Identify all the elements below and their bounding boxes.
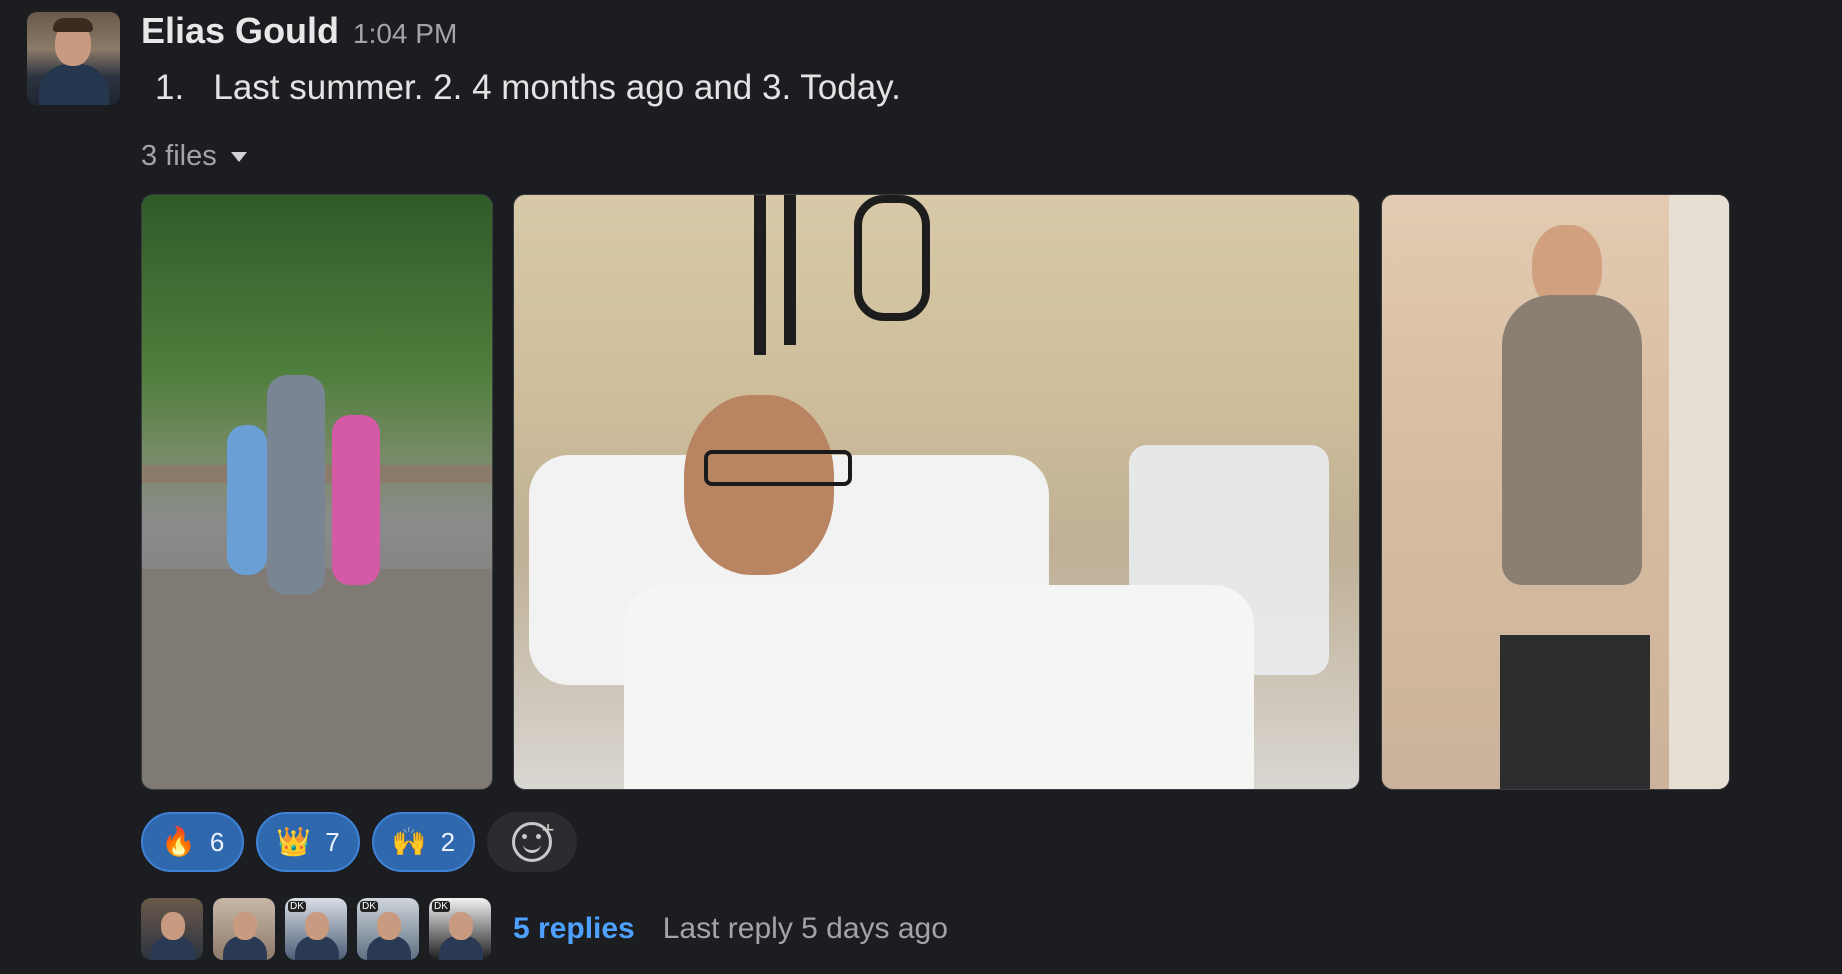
author-avatar[interactable] bbox=[27, 12, 120, 105]
reaction-fire[interactable]: 🔥 6 bbox=[141, 812, 245, 872]
reaction-crown[interactable]: 👑 7 bbox=[256, 812, 360, 872]
reply-avatar[interactable] bbox=[213, 898, 275, 960]
reply-avatar[interactable] bbox=[141, 898, 203, 960]
crown-emoji-icon: 👑 bbox=[276, 826, 312, 857]
avatar-badge: DK bbox=[432, 901, 450, 912]
avatar-badge: DK bbox=[360, 901, 378, 912]
files-toggle[interactable]: 3 files bbox=[141, 140, 247, 173]
plus-icon: + bbox=[541, 817, 555, 842]
reaction-count: 6 bbox=[209, 826, 225, 857]
avatar-badge: DK bbox=[288, 901, 306, 912]
author-name[interactable]: Elias Gould bbox=[141, 10, 339, 52]
thread-summary[interactable]: DK DK DK 5 replies Last reply 5 days ago bbox=[141, 898, 948, 960]
reaction-count: 2 bbox=[440, 826, 456, 857]
chevron-down-icon bbox=[230, 151, 247, 162]
reaction-count: 7 bbox=[325, 826, 340, 857]
reaction-raised-hands[interactable]: 🙌 2 bbox=[371, 812, 476, 872]
message-text: 1. Last summer. 2. 4 months ago and 3. T… bbox=[155, 68, 901, 107]
fire-emoji-icon: 🔥 bbox=[161, 826, 196, 857]
attachment-image-1[interactable] bbox=[141, 194, 493, 790]
raised-hands-emoji-icon: 🙌 bbox=[391, 826, 427, 857]
files-count-label: 3 files bbox=[141, 140, 217, 172]
message-timestamp[interactable]: 1:04 PM bbox=[353, 18, 457, 50]
add-reaction-button[interactable]: + bbox=[487, 812, 578, 872]
message: Elias Gould 1:04 PM 1. Last summer. 2. 4… bbox=[0, 0, 1842, 974]
attachment-image-3[interactable] bbox=[1381, 194, 1730, 790]
attachment-image-2[interactable] bbox=[513, 194, 1360, 790]
last-reply-text: Last reply 5 days ago bbox=[662, 912, 948, 945]
reply-avatar[interactable]: DK bbox=[357, 898, 419, 960]
reply-avatar[interactable]: DK bbox=[429, 898, 491, 960]
reply-avatar[interactable]: DK bbox=[285, 898, 347, 960]
replies-link[interactable]: 5 replies bbox=[513, 912, 635, 946]
reactions-bar: 🔥 6 👑 7 🙌 2 + bbox=[141, 812, 578, 872]
